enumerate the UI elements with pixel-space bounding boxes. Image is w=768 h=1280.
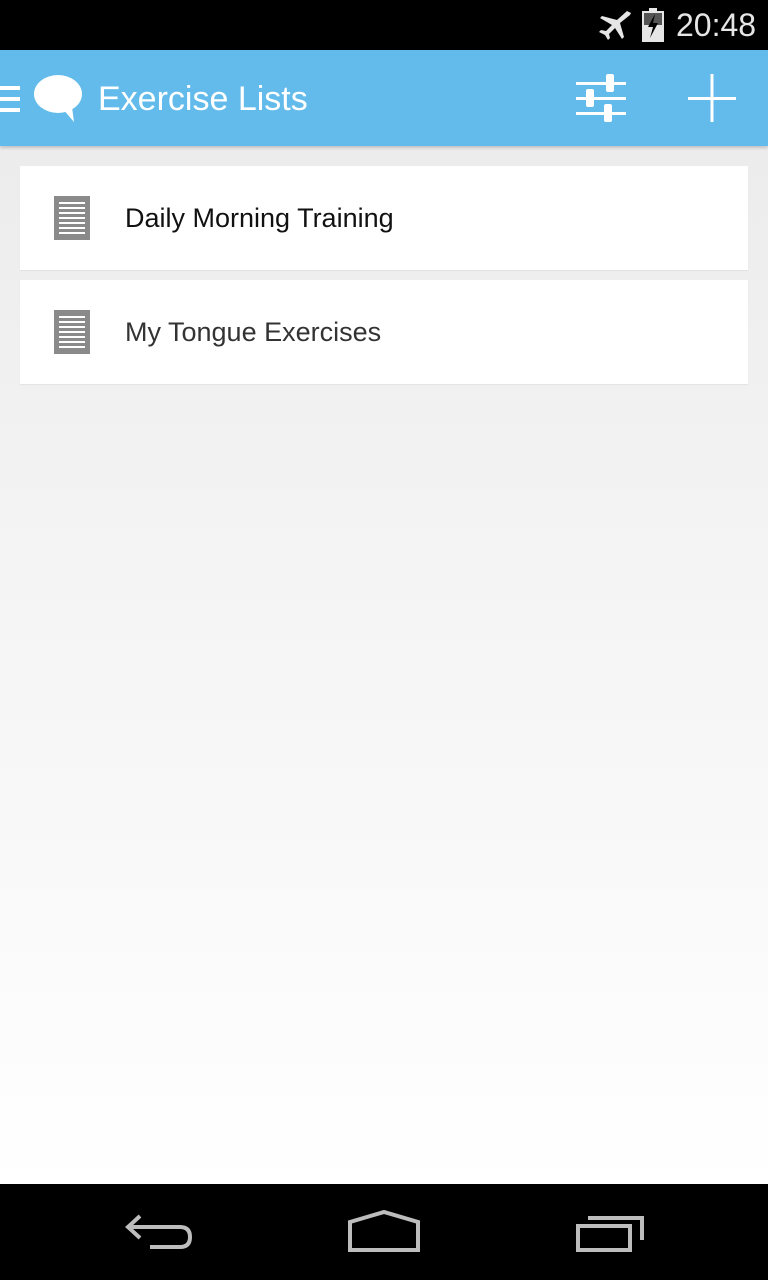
status-bar: 20:48 xyxy=(0,0,768,50)
recents-icon[interactable] xyxy=(570,1208,650,1256)
exercise-list: Daily Morning Training My Tongue Exercis… xyxy=(20,166,748,394)
battery-charging-icon xyxy=(642,8,664,42)
home-icon[interactable] xyxy=(344,1208,424,1256)
page-title: Exercise Lists xyxy=(98,80,308,118)
list-item[interactable]: Daily Morning Training xyxy=(20,166,748,270)
airplane-icon xyxy=(599,11,631,40)
plus-icon[interactable] xyxy=(682,70,744,126)
content-area: Daily Morning Training My Tongue Exercis… xyxy=(0,146,768,1184)
document-icon xyxy=(54,310,90,354)
speech-bubble-icon[interactable] xyxy=(32,74,84,124)
list-item-label: Daily Morning Training xyxy=(125,203,394,233)
action-bar: Exercise Lists xyxy=(0,50,768,146)
drawer-icon[interactable] xyxy=(0,84,22,114)
navigation-bar xyxy=(0,1184,768,1280)
sliders-icon[interactable] xyxy=(570,70,632,126)
list-item[interactable]: My Tongue Exercises xyxy=(20,280,748,384)
list-item-label: My Tongue Exercises xyxy=(125,317,382,347)
document-icon xyxy=(54,196,90,240)
back-icon[interactable] xyxy=(120,1208,200,1256)
status-time: 20:48 xyxy=(676,7,757,43)
